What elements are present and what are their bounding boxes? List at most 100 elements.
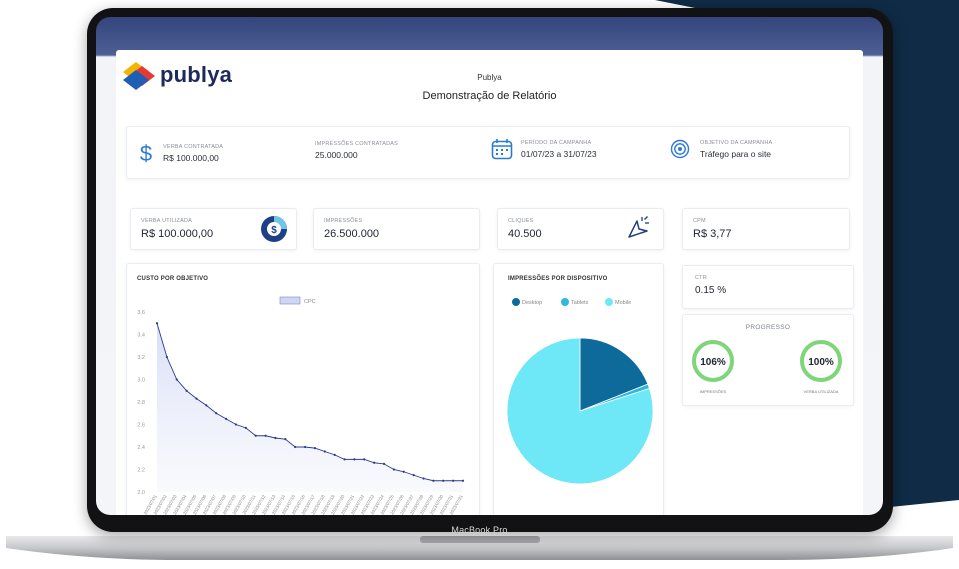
cpc-point — [264, 434, 267, 437]
dollar-icon: $ — [140, 141, 152, 165]
coin-icon: $ — [261, 216, 287, 242]
cpc-point — [363, 458, 366, 461]
cpm-label: CPM — [693, 218, 706, 224]
cpm-card: CPM R$ 3,77 — [682, 208, 850, 250]
cpc-point — [412, 474, 415, 477]
pie-chart: Desktop Tablets Mobile — [506, 298, 654, 485]
cpc-point — [313, 447, 317, 450]
legend-label-cpc: CPC — [304, 299, 316, 305]
line-chart-title: CUSTO POR OBJETIVO — [137, 276, 209, 282]
budget-value: R$ 100.000,00 — [163, 152, 219, 163]
legend-dot-mobile — [605, 298, 613, 306]
budget-progress-value: 100% — [808, 357, 834, 368]
cpc-point — [244, 426, 247, 429]
clicks-card: CLIQUES 40.500 — [497, 208, 664, 250]
budget-progress-ring: 100% — [800, 340, 842, 382]
impressions-by-device-card: IMPRESSÕES POR DISPOSITIVO Desktop Tablet… — [493, 263, 664, 515]
cpc-point — [422, 477, 425, 480]
pie-chart-title: IMPRESSÕES POR DISPOSITIVO — [508, 276, 608, 282]
cpm-value: R$ 3,77 — [693, 228, 732, 240]
calendar-icon — [491, 139, 513, 160]
progress-card: PROGRESSO 106% IMPRESSÕES 100% VERBA UTI… — [682, 314, 854, 406]
legend-label-tablets: Tablets — [571, 300, 589, 306]
legend-dot-tablets — [561, 298, 569, 306]
spent-budget-card: VERBA UTILIZADA R$ 100.000,00 $ — [130, 208, 297, 250]
cpc-point — [185, 389, 188, 392]
cpc-point — [215, 412, 218, 415]
cpc-point — [195, 397, 198, 400]
y-tick-label: 2.4 — [137, 445, 145, 451]
y-tick-label: 2.6 — [137, 423, 145, 429]
impressions-value: 26.500.000 — [324, 228, 380, 240]
cpc-point — [254, 434, 257, 437]
cpc-point — [392, 468, 396, 471]
svg-text:$: $ — [140, 141, 152, 165]
report-title: Demonstração de Relatório — [422, 90, 557, 102]
period-label: PERÍODO DA CAMPANHA — [521, 139, 592, 146]
cpc-point — [333, 453, 336, 456]
cpc-point — [294, 445, 297, 449]
objective-value: Tráfego para o site — [700, 148, 772, 159]
cpc-point — [461, 479, 465, 482]
clicks-label: CLIQUES — [508, 218, 534, 224]
company-name: Publya — [477, 73, 502, 82]
contracted-budget: $ VERBA CONTRATADA R$ 100.000,00 — [137, 141, 223, 165]
ctr-label: CTR — [695, 275, 707, 281]
cpc-point — [234, 423, 238, 426]
cpc-point — [155, 322, 159, 325]
cpc-point — [402, 470, 405, 473]
cpc-point — [432, 479, 435, 482]
impressions-progress-value: 106% — [700, 357, 726, 368]
cpc-point — [323, 450, 326, 453]
cpc-point — [175, 378, 178, 381]
target-icon — [670, 139, 690, 159]
budget-label: VERBA CONTRATADA — [163, 143, 224, 150]
impressions-progress-ring: 106% — [692, 340, 734, 382]
cpc-point — [353, 458, 356, 461]
impressions-progress: 106% IMPRESSÕES — [691, 339, 735, 394]
campaign-summary: $ VERBA CONTRATADA R$ 100.000,00 IMPRESS… — [126, 126, 850, 179]
legend-swatch-cpc — [279, 296, 301, 305]
cpc-point — [442, 479, 445, 482]
cost-per-objective-card: CUSTO POR OBJETIVO CPC 3.6 3.4 3.2 3.0 2.8 2.6… — [126, 263, 480, 515]
period-value: 01/07/23 a 31/07/23 — [521, 148, 597, 159]
spent-label: VERBA UTILIZADA — [141, 218, 192, 224]
ctr-card: CTR 0.15 % — [682, 265, 854, 309]
cpc-area — [157, 323, 463, 492]
y-tick-label: 3.2 — [137, 355, 145, 361]
y-tick-label: 2.0 — [137, 490, 145, 496]
device-label: MacBook Pro — [451, 525, 508, 535]
cpc-point — [343, 458, 346, 461]
cpc-point — [382, 462, 386, 465]
cpc-point — [205, 404, 208, 407]
impressions-progress-label: IMPRESSÕES — [699, 389, 727, 394]
cpc-point — [452, 479, 455, 482]
line-chart: CPC3.63.43.23.02.82.62.42.22.02023/07/01… — [137, 296, 465, 515]
svg-text:$: $ — [271, 225, 277, 236]
screen: publya Publya Demonstração de Relatório … — [96, 17, 883, 515]
legend-label-desktop: Desktop — [522, 300, 542, 306]
contracted-impressions-value: 25.000.000 — [315, 150, 358, 160]
legend-dot-desktop — [512, 298, 520, 306]
progress-title: PROGRESSO — [745, 324, 791, 331]
objective-label: OBJETIVO DA CAMPANHA — [700, 139, 773, 146]
contracted-impressions: IMPRESSÕES CONTRATADAS 25.000.000 — [315, 141, 398, 160]
cpc-point — [303, 445, 307, 449]
legend-label-mobile: Mobile — [615, 300, 631, 306]
budget-progress: 100% VERBA UTILIZADA — [793, 339, 849, 394]
budget-progress-label: VERBA UTILIZADA — [803, 389, 839, 394]
y-tick-label: 3.0 — [137, 378, 145, 384]
cpc-point — [224, 417, 228, 420]
impressions-label: IMPRESSÕES — [324, 218, 363, 224]
cpc-point — [284, 438, 287, 441]
cursor-click-icon — [628, 216, 649, 238]
cpc-point — [373, 461, 376, 464]
y-tick-label: 3.6 — [137, 310, 145, 316]
ctr-value: 0.15 % — [695, 285, 727, 296]
y-tick-label: 3.4 — [137, 333, 145, 339]
y-tick-label: 2.2 — [137, 468, 145, 474]
clicks-value: 40.500 — [508, 228, 542, 240]
cpc-point — [165, 355, 168, 359]
y-tick-label: 2.8 — [137, 400, 145, 406]
impressions-card: IMPRESSÕES 26.500.000 — [313, 208, 480, 250]
